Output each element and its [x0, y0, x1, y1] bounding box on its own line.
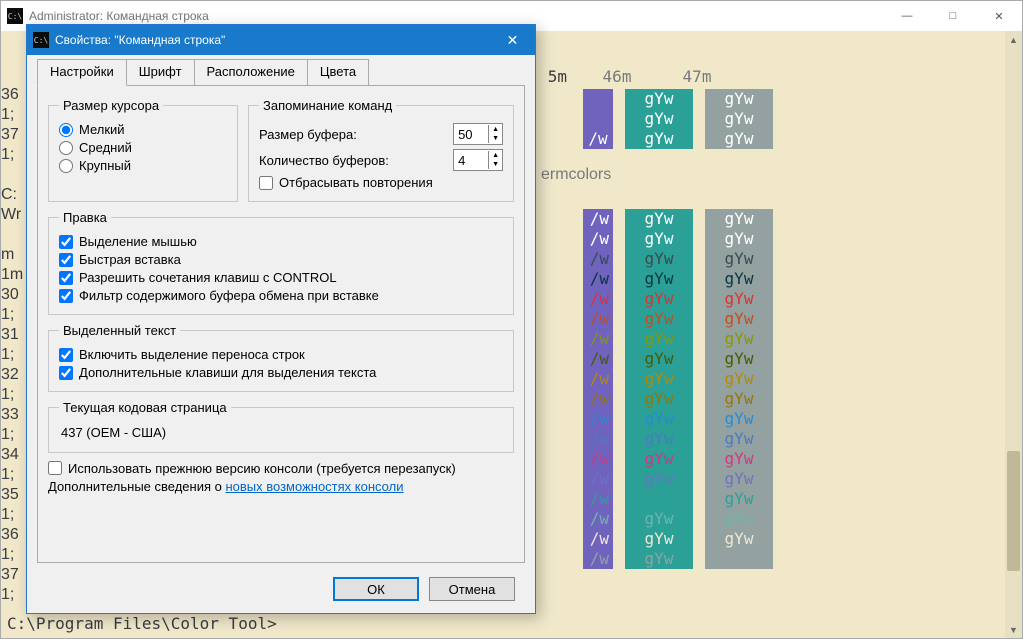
properties-dialog: C:\ Свойства: "Командная строка" ✕ Настр… — [26, 24, 536, 614]
edit-legend: Правка — [59, 210, 111, 225]
spin-down-icon[interactable]: ▼ — [489, 160, 502, 169]
dialog-close-button[interactable]: ✕ — [490, 25, 535, 55]
spin-up-icon[interactable]: ▲ — [489, 125, 502, 134]
scroll-thumb[interactable] — [1007, 451, 1020, 571]
cursor-radio-1[interactable]: Средний — [59, 140, 227, 155]
scroll-up-button[interactable]: ▲ — [1005, 31, 1022, 48]
sel-check-1[interactable]: Дополнительные клавиши для выделения тек… — [59, 365, 503, 380]
dialog-titlebar[interactable]: C:\ Свойства: "Командная строка" ✕ — [27, 25, 535, 55]
cursor-radio-0[interactable]: Мелкий — [59, 122, 227, 137]
spin-down-icon[interactable]: ▼ — [489, 134, 502, 143]
buffer-size-spinner[interactable]: ▲▼ — [453, 123, 503, 145]
buffer-size-label: Размер буфера: — [259, 127, 357, 142]
edit-check-1[interactable]: Быстрая вставка — [59, 252, 503, 267]
tab-цвета[interactable]: Цвета — [307, 59, 369, 85]
codepage-group: Текущая кодовая страница 437 (OEM - США) — [48, 400, 514, 453]
dialog-title: Свойства: "Командная строка" — [55, 33, 225, 47]
prompt: C:\Program Files\Color Tool> — [7, 614, 277, 634]
selection-legend: Выделенный текст — [59, 323, 180, 338]
cmd-icon: C:\ — [33, 32, 49, 48]
history-legend: Запоминание команд — [259, 98, 396, 113]
cursor-radio-2[interactable]: Крупный — [59, 158, 227, 173]
num-buffers-label: Количество буферов: — [259, 153, 389, 168]
tabs: НастройкиШрифтРасположениеЦвета — [37, 59, 535, 85]
num-buffers-spinner[interactable]: ▲▼ — [453, 149, 503, 171]
codepage-value: 437 (OEM - США) — [59, 421, 503, 444]
new-features-link[interactable]: новых возможностях консоли — [225, 479, 403, 494]
tab-panel-settings: Размер курсора Мелкий Средний Крупный Запо… — [37, 85, 525, 563]
buffer-size-input[interactable] — [454, 125, 488, 144]
edit-check-0[interactable]: Выделение мышью — [59, 234, 503, 249]
legacy-console-checkbox[interactable]: Использовать прежнюю версию консоли (тре… — [48, 461, 514, 476]
discard-dupes-checkbox[interactable]: Отбрасывать повторения — [259, 175, 503, 190]
tab-шрифт[interactable]: Шрифт — [126, 59, 195, 85]
command-history-group: Запоминание команд Размер буфера: ▲▼ Кол… — [248, 98, 514, 202]
window-title: Administrator: Командная строка — [29, 9, 209, 23]
scroll-down-button[interactable]: ▼ — [1005, 621, 1022, 638]
sel-check-0[interactable]: Включить выделение переноса строк — [59, 347, 503, 362]
cursor-size-group: Размер курсора Мелкий Средний Крупный — [48, 98, 238, 202]
spin-up-icon[interactable]: ▲ — [489, 151, 502, 160]
close-button[interactable]: ✕ — [976, 1, 1022, 31]
cmd-icon: C:\ — [7, 8, 23, 24]
codepage-legend: Текущая кодовая страница — [59, 400, 231, 415]
console-left-fragments: 361;371;C:Wrm1m301;311;321;331;341;351;3… — [1, 85, 23, 605]
ok-button[interactable]: ОК — [333, 577, 419, 601]
vertical-scrollbar[interactable]: ▲ ▼ — [1005, 31, 1022, 638]
text-selection-group: Выделенный текст Включить выделение пере… — [48, 323, 514, 392]
tab-расположение[interactable]: Расположение — [194, 59, 308, 85]
minimize-button[interactable]: — — [884, 1, 930, 31]
maximize-button[interactable]: □ — [930, 1, 976, 31]
termcolors-fragment: ermcolors — [541, 165, 611, 185]
color-grid: 5m46m47m gYwgYwgYwgYw/wgYwgYw/wgYwgYw/wg… — [541, 67, 773, 569]
cancel-button[interactable]: Отмена — [429, 577, 515, 601]
edit-options-group: Правка Выделение мышью Быстрая вставка Раз… — [48, 210, 514, 315]
num-buffers-input[interactable] — [454, 151, 488, 170]
tab-настройки[interactable]: Настройки — [37, 59, 127, 86]
legacy-more-info: Дополнительные сведения о новых возможно… — [48, 479, 514, 494]
edit-check-2[interactable]: Разрешить сочетания клавиш с CONTROL — [59, 270, 503, 285]
cursor-legend: Размер курсора — [59, 98, 163, 113]
edit-check-3[interactable]: Фильтр содержимого буфера обмена при вст… — [59, 288, 503, 303]
